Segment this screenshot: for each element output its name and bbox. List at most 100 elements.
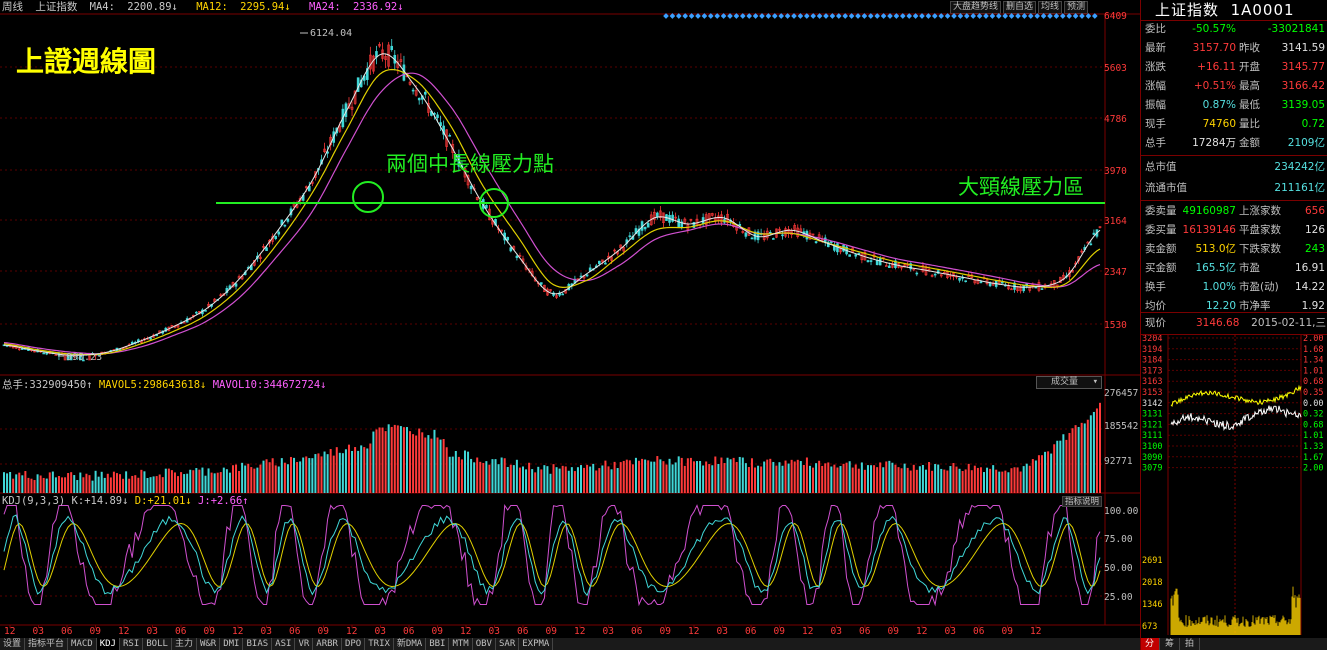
indicator-tab[interactable]: 主力	[172, 638, 197, 650]
intraday-pct-tick: 1.68	[1303, 345, 1323, 355]
volume-bar	[24, 471, 27, 493]
volume-bar	[876, 467, 879, 493]
quote-row: 涨幅 +0.51% 最高 3166.42	[1141, 77, 1327, 96]
candlesticks	[2, 38, 1102, 362]
indicator-tab[interactable]: 设置	[0, 638, 26, 650]
indicator-tab[interactable]: DMI	[220, 638, 244, 650]
indicator-tab[interactable]: DPO	[342, 638, 366, 650]
volume-bar	[344, 449, 347, 493]
volume-bar	[88, 475, 91, 493]
indicator-tab[interactable]: MACD	[68, 638, 97, 650]
candle-body	[671, 214, 674, 222]
volume-bar	[638, 460, 641, 493]
volume-bar	[903, 463, 906, 493]
indicator-tab[interactable]: OBV	[473, 638, 496, 650]
volume-bar	[247, 463, 250, 493]
volume-bar	[308, 458, 311, 493]
intraday-price-tick: 3090	[1142, 453, 1162, 463]
volume-bar	[934, 464, 937, 493]
indicator-tab[interactable]: RSI	[120, 638, 144, 650]
volume-bar	[815, 463, 818, 493]
volume-bar	[1089, 415, 1092, 493]
quote-row: 委比 -50.57% -33021841	[1141, 20, 1327, 39]
quote-value: -50.57%	[1192, 23, 1236, 35]
indicator-tab[interactable]: ARBR	[313, 638, 342, 650]
volume-bar	[912, 464, 915, 493]
candle-body	[814, 241, 818, 243]
candle-body	[265, 247, 268, 252]
time-tick: 09	[1002, 626, 1014, 637]
volume-bar	[177, 476, 180, 493]
indicator-tab[interactable]: ASI	[272, 638, 296, 650]
candle-body	[744, 232, 748, 237]
intraday-price-tick: 3142	[1142, 399, 1162, 409]
candle-body	[628, 235, 632, 238]
volume-bar	[67, 473, 70, 493]
price-tick: 2347	[1104, 267, 1127, 278]
volume-bar	[567, 470, 570, 493]
quote-label: 现手	[1145, 118, 1166, 130]
quote-value: 3139.05	[1281, 99, 1325, 111]
time-tick: 03	[489, 626, 500, 637]
ma4-line	[3, 53, 1101, 356]
indicator-tab[interactable]: 新DMA	[394, 638, 427, 650]
volume-bar	[769, 458, 772, 493]
volume-bar	[418, 428, 421, 493]
indicator-tab[interactable]: TRIX	[365, 638, 394, 650]
volume-bar	[152, 476, 155, 493]
volume-bar	[616, 468, 619, 493]
quote-title: 上证指数 1A0001	[1141, 0, 1327, 20]
volume-bar	[628, 460, 631, 493]
indicator-tab[interactable]: W&R	[197, 638, 221, 650]
price-tick: 4786	[1104, 114, 1127, 125]
volume-bar	[1053, 444, 1056, 493]
volume-bar	[897, 467, 900, 493]
volume-bar	[757, 465, 760, 493]
indicator-tab[interactable]: BOLL	[143, 638, 172, 650]
time-tick: 03	[603, 626, 614, 637]
quote-label: 金额	[1239, 137, 1260, 149]
indicator-tab[interactable]: EXPMA	[519, 638, 554, 650]
volume-bar	[973, 465, 976, 493]
indicator-select[interactable]: 成交量 ▾	[1036, 376, 1102, 389]
volume-bar	[390, 426, 393, 493]
price-tick: 6409	[1104, 11, 1127, 22]
volume-bar	[250, 467, 253, 493]
candle-body	[1022, 285, 1025, 292]
time-tick: 09	[204, 626, 216, 637]
volume-bar	[1016, 467, 1019, 493]
volume-bar	[335, 447, 338, 493]
volume-bar	[952, 463, 955, 493]
volume-bar	[1031, 459, 1034, 493]
volume-bar	[784, 460, 787, 493]
time-tick: 09	[774, 626, 786, 637]
indicator-tab[interactable]: BIAS	[243, 638, 273, 650]
volume-bar	[833, 464, 836, 493]
volume-bar	[402, 427, 405, 493]
time-tick: 06	[517, 626, 529, 637]
volume-bar	[671, 464, 674, 493]
quote-label: 平盘家数	[1239, 224, 1281, 236]
indicator-tab[interactable]: VR	[295, 638, 314, 650]
indicator-tab[interactable]: SAR	[496, 638, 520, 650]
intraday-pct-tick: 0.68	[1303, 377, 1323, 387]
volume-bar	[610, 469, 613, 493]
indicator-help-button[interactable]: 指标说明	[1062, 496, 1102, 507]
volume-bar	[1092, 411, 1095, 493]
time-tick: 12	[346, 626, 357, 637]
volume-bar	[686, 458, 689, 493]
volume-bar	[442, 439, 445, 493]
volume-bar	[375, 429, 378, 493]
volume-bar	[134, 475, 137, 493]
indicator-tab[interactable]: MTM	[449, 638, 473, 650]
volume-bar	[357, 450, 360, 493]
quote-value: 0.72	[1301, 118, 1325, 130]
indicator-tab[interactable]: 指标平台	[25, 638, 69, 650]
volume-bar	[570, 467, 573, 493]
indicator-tab[interactable]: BBI	[426, 638, 450, 650]
volume-bar	[347, 444, 350, 493]
indicator-tab[interactable]: KDJ	[96, 638, 120, 650]
intraday-chart: 3204319431843173316331533142313131213111…	[1142, 335, 1323, 635]
volume-bar	[986, 467, 989, 493]
candle-body	[646, 223, 650, 228]
